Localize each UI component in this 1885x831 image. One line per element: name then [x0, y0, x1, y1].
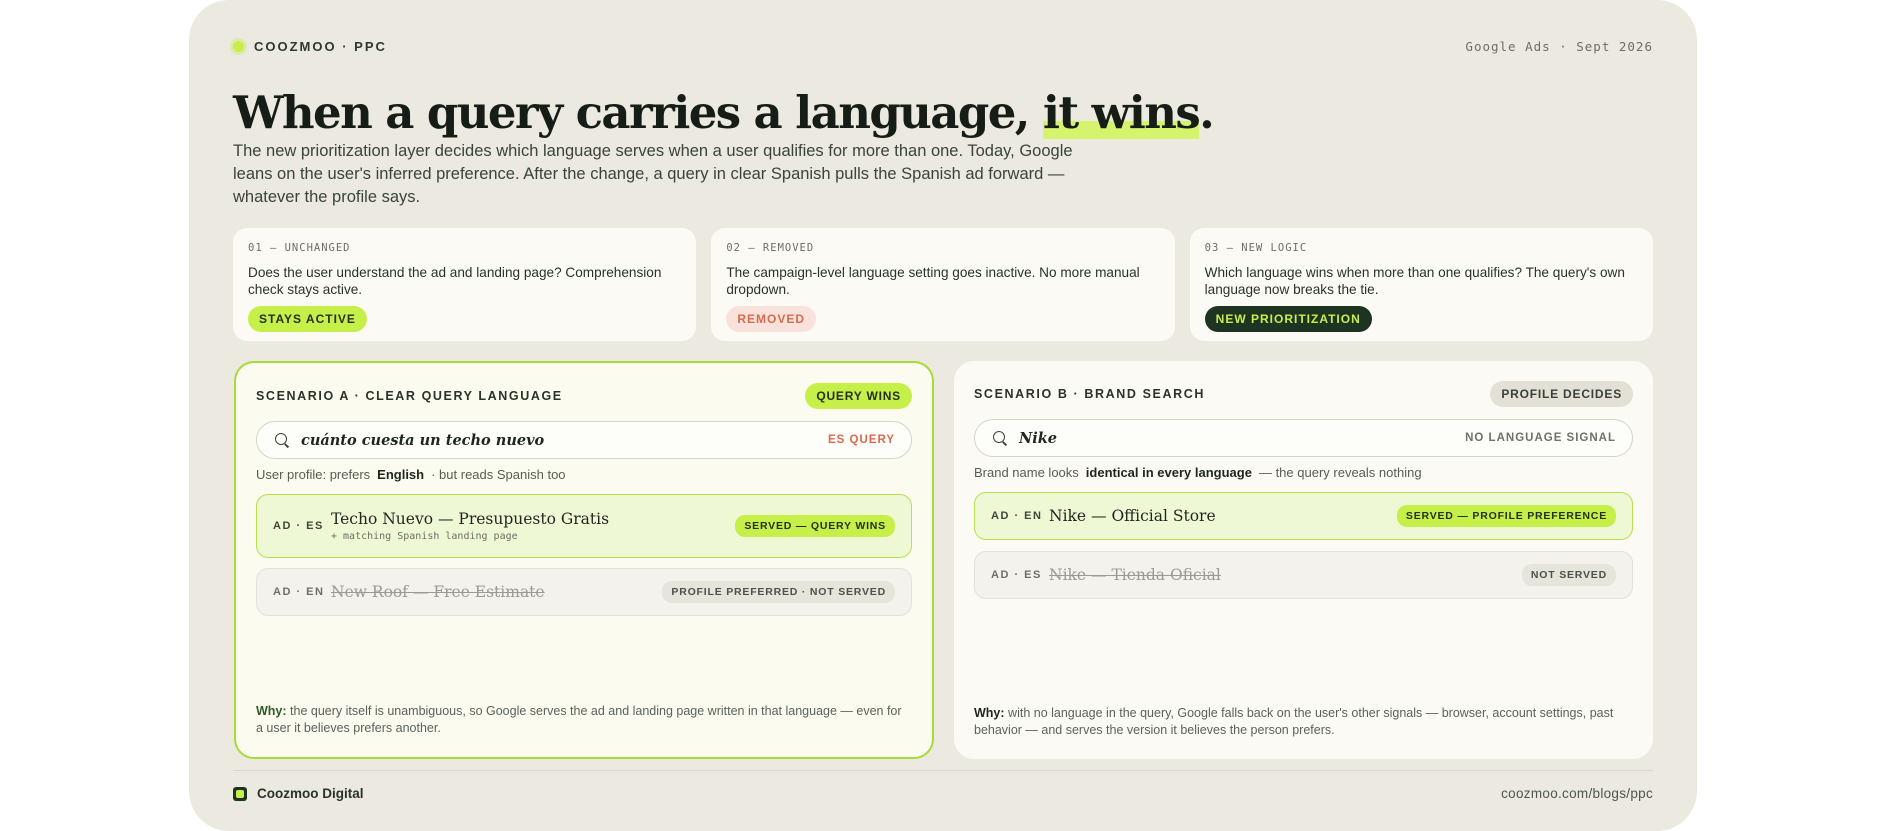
step-text: The campaign-level language setting goes… — [726, 265, 1140, 297]
profile-decides-badge: PROFILE DECIDES — [1490, 381, 1633, 407]
headline: When a query carries a language, it wins… — [233, 86, 1215, 139]
ad-content: Nike — Official Store — [1049, 507, 1397, 525]
steps-row: 01 — UNCHANGED Does the user understand … — [233, 228, 1653, 341]
brand-dot-icon — [233, 40, 244, 52]
subcopy: The new prioritization layer decides whi… — [233, 142, 1073, 206]
footer: Coozmoo Digital coozmoo.com/blogs/ppc — [233, 770, 1653, 816]
ad-not-served: AD · ES Nike — Tienda Oficial NOT SERVED — [974, 551, 1633, 599]
removed-chip: REMOVED — [726, 306, 817, 332]
step-text: Which language wins when more than one q… — [1204, 265, 1625, 297]
headline-lead: When a query carries a language, — [233, 86, 1043, 139]
profile-prefix: Brand name looks — [974, 465, 1079, 480]
ad-title: New Roof — Free Estimate — [331, 583, 545, 601]
ad-title: Nike — Tienda Oficial — [1049, 566, 1221, 584]
step-text: Does the user understand the ad and land… — [248, 265, 662, 297]
headline-end: . — [1199, 86, 1215, 139]
why-explanation: Why: the query itself is unambiguous, so… — [256, 703, 910, 737]
footer-brand: Coozmoo Digital — [233, 786, 364, 801]
profile-suffix: · but reads Spanish too — [431, 467, 566, 482]
step-code: 03 — NEW LOGIC — [1204, 242, 1308, 254]
why-text: the query itself is unambiguous, so Goog… — [256, 704, 902, 735]
step-card-unchanged: 01 — UNCHANGED Does the user understand … — [233, 228, 697, 341]
search-icon — [991, 429, 1009, 447]
ad-language-tag: AD · EN — [991, 510, 1043, 522]
profile-value: English — [377, 467, 425, 482]
headline-highlight: it wins — [1042, 86, 1201, 139]
dateline: Google Ads · Sept 2026 — [1465, 38, 1653, 54]
coozmoo-logo-icon — [233, 786, 247, 801]
scenario-header: SCENARIO A · CLEAR QUERY LANGUAGE QUERY … — [256, 383, 912, 409]
footer-brand-name: Coozmoo Digital — [257, 786, 364, 801]
ad-served: AD · EN Nike — Official Store SERVED — P… — [974, 492, 1633, 540]
infographic-card: COOZMOO · PPC Google Ads · Sept 2026 Whe… — [189, 0, 1697, 831]
step-code: 02 — REMOVED — [726, 242, 815, 254]
query-language-tag: NO LANGUAGE SIGNAL — [1465, 432, 1616, 444]
ad-content: New Roof — Free Estimate — [331, 583, 662, 601]
not-served-badge: PROFILE PREFERRED · NOT SERVED — [662, 581, 895, 603]
ad-served: AD · ES Techo Nuevo — Presupuesto Gratis… — [256, 494, 912, 558]
brand-label: COOZMOO · PPC — [254, 38, 387, 54]
ad-not-served: AD · EN New Roof — Free Estimate PROFILE… — [256, 568, 912, 616]
scenario-title: SCENARIO B · BRAND SEARCH — [974, 387, 1205, 401]
why-explanation: Why: with no language in the query, Goog… — [974, 705, 1631, 739]
ad-title: Nike — Official Store — [1049, 507, 1216, 525]
served-badge: SERVED — QUERY WINS — [735, 515, 895, 537]
why-label: Why: — [974, 706, 1005, 720]
search-query-text: Nike — [1019, 429, 1058, 447]
ad-subtitle: + matching Spanish landing page — [331, 531, 518, 542]
user-profile-line: User profile: prefers English · but read… — [256, 467, 566, 482]
scenario-header: SCENARIO B · BRAND SEARCH PROFILE DECIDE… — [974, 381, 1633, 407]
profile-suffix: — the query reveals nothing — [1258, 465, 1422, 480]
search-query-box: cuánto cuesta un techo nuevo ES QUERY — [256, 421, 912, 459]
top-bar: COOZMOO · PPC Google Ads · Sept 2026 — [233, 36, 1653, 56]
scenario-title: SCENARIO A · CLEAR QUERY LANGUAGE — [256, 389, 563, 403]
ad-content: Nike — Tienda Oficial — [1049, 566, 1522, 584]
ad-title: Techo Nuevo — Presupuesto Gratis — [331, 510, 610, 528]
query-language-tag: ES QUERY — [827, 434, 895, 446]
search-icon — [273, 431, 291, 449]
search-query-box: Nike NO LANGUAGE SIGNAL — [974, 419, 1633, 457]
ad-language-tag: AD · ES — [273, 520, 324, 532]
brand-note-line: Brand name looks identical in every lang… — [974, 465, 1422, 480]
step-card-removed: 02 — REMOVED The campaign-level language… — [711, 228, 1175, 341]
why-text: with no language in the query, Google fa… — [974, 706, 1614, 737]
served-badge: SERVED — PROFILE PREFERENCE — [1396, 505, 1616, 527]
step-code: 01 — UNCHANGED — [248, 242, 351, 254]
why-label: Why: — [256, 704, 287, 718]
profile-prefix: User profile: prefers — [256, 467, 371, 482]
ad-language-tag: AD · ES — [991, 569, 1042, 581]
ad-language-tag: AD · EN — [273, 586, 325, 598]
new-prioritization-chip: NEW PRIORITIZATION — [1204, 306, 1372, 332]
not-served-badge: NOT SERVED — [1521, 564, 1616, 586]
scenario-a-panel: SCENARIO A · CLEAR QUERY LANGUAGE QUERY … — [234, 361, 934, 759]
query-wins-badge: QUERY WINS — [805, 383, 912, 409]
ad-content: Techo Nuevo — Presupuesto Gratis + match… — [331, 510, 735, 542]
step-card-new-logic: 03 — NEW LOGIC Which language wins when … — [1189, 228, 1653, 341]
brand: COOZMOO · PPC — [233, 39, 387, 54]
footer-url: coozmoo.com/blogs/ppc — [1501, 786, 1653, 801]
search-query-text: cuánto cuesta un techo nuevo — [301, 431, 545, 449]
stays-active-chip: STAYS ACTIVE — [248, 306, 367, 332]
profile-value: identical in every language — [1085, 465, 1252, 480]
scenario-b-panel: SCENARIO B · BRAND SEARCH PROFILE DECIDE… — [954, 361, 1653, 759]
